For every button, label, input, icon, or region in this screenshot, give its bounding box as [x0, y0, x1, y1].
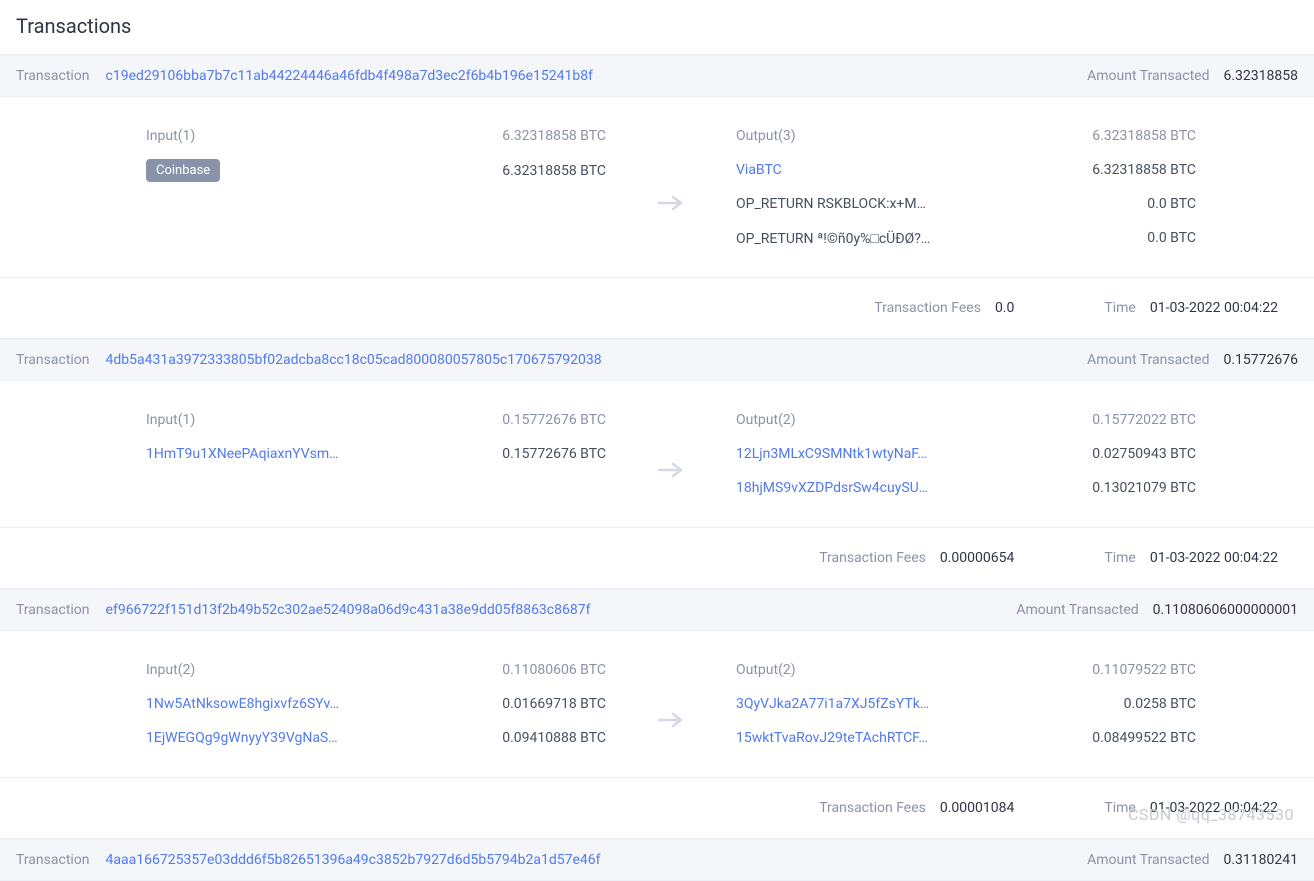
output-row: 12Ljn3MLxC9SMNtk1wtyNaF… 0.02750943 BTC: [736, 443, 1196, 465]
output-value: 0.0 BTC: [1147, 196, 1196, 212]
output-row: 15wktTvaRovJ29teTAchRTCF… 0.08499522 BTC: [736, 727, 1196, 749]
transaction-hash-link[interactable]: 4aaa166725357e03ddd6f5b82651396a49c3852b…: [106, 852, 601, 868]
output-address-link[interactable]: 12Ljn3MLxC9SMNtk1wtyNaF…: [736, 446, 927, 462]
output-count-label: Output(2): [736, 662, 796, 678]
amount-transacted-label: Amount Transacted: [1087, 352, 1209, 368]
input-count-label: Input(2): [146, 662, 195, 678]
amount-transacted-value: 0.31180241: [1223, 852, 1298, 868]
output-value: 0.08499522 BTC: [1092, 730, 1196, 746]
input-total: 6.32318858 BTC: [502, 128, 606, 144]
output-value: 6.32318858 BTC: [1092, 162, 1196, 178]
output-row: OP_RETURN ª!©ñ0y%□cÜÐØ?… 0.0 BTC: [736, 227, 1196, 249]
transaction-label: Transaction: [16, 602, 90, 618]
transaction-label: Transaction: [16, 352, 90, 368]
output-address-text: OP_RETURN ª!©ñ0y%□cÜÐØ?…: [736, 230, 930, 247]
input-count-label: Input(1): [146, 128, 195, 144]
transaction-footer: Transaction Fees 0.00000654 Time 01-03-2022…: [0, 528, 1314, 589]
output-row: OP_RETURN RSKBLOCK:x+M… 0.0 BTC: [736, 193, 1196, 215]
input-column: Input(2) 0.11080606 BTC 1Nw5AtNksowE8hgixv…: [146, 659, 606, 749]
fees-label: Transaction Fees: [819, 800, 926, 816]
output-row: ViaBTC 6.32318858 BTC: [736, 159, 1196, 181]
fees-label: Transaction Fees: [819, 550, 926, 566]
fees-label: Transaction Fees: [874, 300, 981, 316]
output-value: 0.0258 BTC: [1124, 696, 1196, 712]
time-value: 01-03-2022 00:04:22: [1150, 800, 1278, 816]
output-value: 0.02750943 BTC: [1092, 446, 1196, 462]
arrow-column: [606, 659, 736, 749]
input-row: Coinbase 6.32318858 BTC: [146, 159, 606, 182]
input-address-link[interactable]: 1Nw5AtNksowE8hgixvfz6SYv…: [146, 696, 339, 712]
input-total: 0.11080606 BTC: [502, 662, 606, 678]
transaction-header: Transaction 4db5a431a3972333805bf02adcba8…: [0, 339, 1314, 381]
input-address-link[interactable]: 1EjWEGQg9gWnyyY39VgNaS…: [146, 730, 338, 746]
transaction-header: Transaction c19ed29106bba7b7c11ab44224446…: [0, 55, 1314, 97]
input-row: 1EjWEGQg9gWnyyY39VgNaS… 0.09410888 BTC: [146, 727, 606, 749]
amount-transacted-value: 0.15772676: [1223, 352, 1298, 368]
fees-value: 0.00000654: [940, 550, 1015, 566]
transaction-footer: Transaction Fees 0.00001084 Time 01-03-2022…: [0, 778, 1314, 839]
coinbase-tag: Coinbase: [146, 159, 220, 182]
output-address-text: OP_RETURN RSKBLOCK:x+M…: [736, 196, 926, 212]
page-title: Transactions: [0, 0, 1314, 55]
input-value: 0.15772676 BTC: [502, 446, 606, 462]
arrow-column: [606, 409, 736, 499]
input-address-link[interactable]: 1HmT9u1XNeePAqiaxnYVsm…: [146, 446, 339, 462]
fees-value: 0.00001084: [940, 800, 1015, 816]
output-value: 0.0 BTC: [1147, 230, 1196, 246]
amount-transacted-label: Amount Transacted: [1016, 602, 1138, 618]
transaction-label: Transaction: [16, 68, 90, 84]
arrow-right-icon: [657, 711, 685, 729]
time-label: Time: [1104, 550, 1135, 566]
input-count-label: Input(1): [146, 412, 195, 428]
arrow-right-icon: [657, 194, 685, 212]
input-value: 6.32318858 BTC: [502, 163, 606, 179]
transaction-header: Transaction ef966722f151d13f2b49b52c302ae…: [0, 589, 1314, 631]
input-value: 0.09410888 BTC: [502, 730, 606, 746]
output-value: 0.13021079 BTC: [1092, 480, 1196, 496]
time-label: Time: [1104, 300, 1135, 316]
output-column: Output(2) 0.11079522 BTC 3QyVJka2A77i1a7XJ…: [736, 659, 1196, 749]
amount-transacted-label: Amount Transacted: [1087, 852, 1209, 868]
output-total: 0.15772022 BTC: [1092, 412, 1196, 428]
transaction-hash-link[interactable]: c19ed29106bba7b7c11ab44224446a46fdb4f498…: [106, 68, 593, 84]
transaction-body: Input(1)0.15772676 BTC1HmT9u1XNeePAqiaxn…: [0, 381, 1314, 528]
arrow-column: [606, 125, 736, 249]
transaction-hash-link[interactable]: ef966722f151d13f2b49b52c302ae524098a06d9…: [106, 602, 591, 618]
transaction-header: Transaction 4aaa166725357e03ddd6f5b826513…: [0, 839, 1314, 881]
input-row: 1Nw5AtNksowE8hgixvfz6SYv… 0.01669718 BTC: [146, 693, 606, 715]
input-value: 0.01669718 BTC: [502, 696, 606, 712]
transaction-hash-link[interactable]: 4db5a431a3972333805bf02adcba8cc18c05cad8…: [106, 352, 602, 368]
amount-transacted-value: 0.11080606000000001: [1153, 602, 1298, 618]
output-count-label: Output(3): [736, 128, 796, 144]
fees-value: 0.0: [995, 300, 1014, 316]
amount-transacted-value: 6.32318858: [1223, 68, 1298, 84]
output-total: 6.32318858 BTC: [1092, 128, 1196, 144]
time-value: 01-03-2022 00:04:22: [1150, 300, 1278, 316]
amount-transacted-label: Amount Transacted: [1087, 68, 1209, 84]
transaction-body: Input(1) 6.32318858 BTC Coinbase 6.32318858…: [0, 97, 1314, 278]
transaction-label: Transaction: [16, 852, 90, 868]
output-count-label: Output(2): [736, 412, 796, 428]
output-column: Output(3) 6.32318858 BTC ViaBTC 6.32318858 …: [736, 125, 1196, 249]
time-value: 01-03-2022 00:04:22: [1150, 550, 1278, 566]
output-column: Output(2) 0.15772022 BTC 12Ljn3MLxC9SMNtk1…: [736, 409, 1196, 499]
output-total: 0.11079522 BTC: [1092, 662, 1196, 678]
input-total: 0.15772676 BTC: [502, 412, 606, 428]
time-label: Time: [1104, 800, 1135, 816]
output-address-link[interactable]: 3QyVJka2A77i1a7XJ5fZsYTk…: [736, 696, 929, 712]
input-column: Input(1) 6.32318858 BTC Coinbase 6.32318858…: [146, 125, 606, 249]
output-row: 18hjMS9vXZDPdsrSw4cuySU… 0.13021079 BTC: [736, 477, 1196, 499]
output-address-link[interactable]: 15wktTvaRovJ29teTAchRTCF…: [736, 730, 928, 746]
input-row: 1HmT9u1XNeePAqiaxnYVsm… 0.15772676 BTC: [146, 443, 606, 465]
output-address-link[interactable]: ViaBTC: [736, 162, 782, 178]
transaction-body: Input(2) 0.11080606 BTC 1Nw5AtNksowE8hgixv…: [0, 631, 1314, 778]
output-row: 3QyVJka2A77i1a7XJ5fZsYTk… 0.0258 BTC: [736, 693, 1196, 715]
arrow-right-icon: [657, 461, 685, 479]
input-column: Input(1)0.15772676 BTC1HmT9u1XNeePAqiaxn…: [146, 409, 606, 499]
transaction-footer: Transaction Fees 0.0 Time 01-03-2022 00:04:…: [0, 278, 1314, 339]
output-address-link[interactable]: 18hjMS9vXZDPdsrSw4cuySU…: [736, 480, 928, 496]
